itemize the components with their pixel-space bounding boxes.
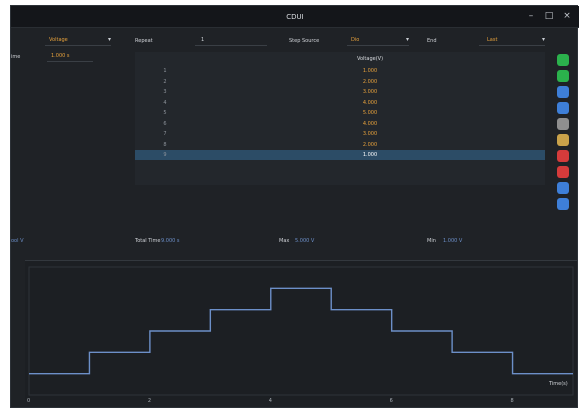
row-index: 2	[163, 78, 167, 85]
total-time-label: Total Time	[135, 238, 161, 244]
voltage-cell[interactable]: 1.000	[195, 66, 545, 76]
plot-frame	[28, 266, 574, 396]
time-label: ime	[11, 54, 21, 60]
step-source-label: Step Source	[289, 38, 320, 44]
min-label: Min	[427, 238, 436, 244]
chevron-down-icon: ▾	[107, 36, 111, 43]
max-value: 5.000 V	[295, 238, 315, 244]
stats-row: ool V Total Time 9.000 s Max 5.000 V Min…	[11, 236, 579, 248]
delete-icon[interactable]	[557, 150, 569, 162]
column-header-voltage: Voltage(V)	[356, 56, 384, 62]
arrow-down-icon[interactable]	[557, 102, 569, 114]
copy-icon[interactable]	[557, 118, 569, 130]
x-axis-label: Time(s)	[549, 381, 568, 387]
voltage-cell[interactable]: 4.000	[195, 98, 545, 108]
table-row[interactable]: 7 3.000	[135, 129, 545, 139]
controls-row: Voltage ▾ Repeat 1 Step Source Dio ▾ End…	[11, 36, 579, 50]
row-index: 9	[163, 152, 167, 158]
window-title: CDUI	[286, 13, 304, 21]
maximize-icon[interactable]: □	[541, 9, 557, 23]
x-tick-label: 4	[268, 398, 272, 404]
x-tick-label: 2	[147, 398, 152, 404]
waveform-chart	[28, 266, 574, 396]
time-field[interactable]: 1.000 s	[47, 52, 93, 62]
mode-select-value: Voltage	[49, 37, 68, 43]
max-label: Max	[279, 238, 290, 244]
total-time-value: 9.000 s	[161, 238, 180, 244]
title-bar: CDUI – □ ×	[11, 6, 579, 28]
row-index: 1	[163, 68, 167, 74]
add-icon[interactable]	[557, 54, 569, 66]
clear-icon[interactable]	[557, 166, 569, 178]
table-row[interactable]: 2 2.000	[135, 77, 545, 87]
app-window: CDUI – □ × Voltage ▾ Repeat 1 Step Sourc…	[10, 5, 579, 408]
table-row[interactable]: 8 2.000	[135, 140, 545, 150]
mode-select[interactable]: Voltage ▾	[45, 36, 111, 46]
end-label: End	[427, 38, 437, 44]
chevron-down-icon: ▾	[541, 36, 545, 43]
row-index: 8	[163, 141, 167, 148]
voltage-cell[interactable]: 2.000	[195, 77, 545, 87]
end-select[interactable]: Last ▾	[479, 36, 545, 46]
x-tick-label: 8	[510, 398, 514, 404]
end-value: Last	[487, 37, 498, 43]
row-index: 7	[163, 131, 167, 137]
voltage-cell[interactable]: 1.000	[195, 150, 545, 160]
waveform-line	[29, 287, 573, 375]
waveform-plot	[25, 260, 577, 400]
stat-left-value: ool V	[11, 238, 24, 244]
table-row[interactable]: 9 1.000	[135, 150, 545, 160]
table-row[interactable]: 6 4.000	[135, 119, 545, 129]
arrow-up-icon[interactable]	[557, 86, 569, 98]
row-index: 6	[163, 120, 167, 127]
voltage-cell[interactable]: 5.000	[195, 108, 545, 118]
x-tick-label: 0	[27, 398, 31, 404]
repeat-value: 1	[201, 37, 205, 43]
x-tick-label: 6	[389, 398, 393, 404]
sequence-table: Voltage(V) 1 1.000 2 2.000 3 3.000 4 4.000 5 5.00…	[135, 52, 545, 185]
close-icon[interactable]: ×	[559, 9, 575, 23]
row-index: 4	[163, 99, 167, 106]
import-icon[interactable]	[557, 182, 569, 194]
paste-icon[interactable]	[557, 134, 569, 146]
table-row[interactable]: 4 4.000	[135, 98, 545, 108]
repeat-field[interactable]: 1	[195, 36, 267, 46]
row-index: 3	[163, 89, 167, 95]
step-source-select[interactable]: Dio ▾	[347, 36, 409, 46]
voltage-cell[interactable]: 2.000	[195, 140, 545, 150]
voltage-cell[interactable]: 3.000	[195, 87, 545, 97]
chevron-down-icon: ▾	[405, 36, 409, 43]
table-row[interactable]: 1 1.000	[135, 66, 545, 76]
list-icon[interactable]	[557, 70, 569, 82]
table-row[interactable]: 3 3.000	[135, 87, 545, 97]
repeat-label: Repeat	[135, 38, 153, 44]
min-value: 1.000 V	[443, 238, 463, 244]
export-icon[interactable]	[557, 198, 569, 210]
step-source-value: Dio	[351, 37, 360, 43]
minimize-icon[interactable]: –	[523, 9, 539, 23]
time-value: 1.000 s	[51, 53, 70, 59]
row-index: 5	[163, 110, 167, 116]
voltage-cell[interactable]: 4.000	[195, 119, 545, 129]
voltage-cell[interactable]: 3.000	[195, 129, 545, 139]
table-row[interactable]: 5 5.000	[135, 108, 545, 118]
